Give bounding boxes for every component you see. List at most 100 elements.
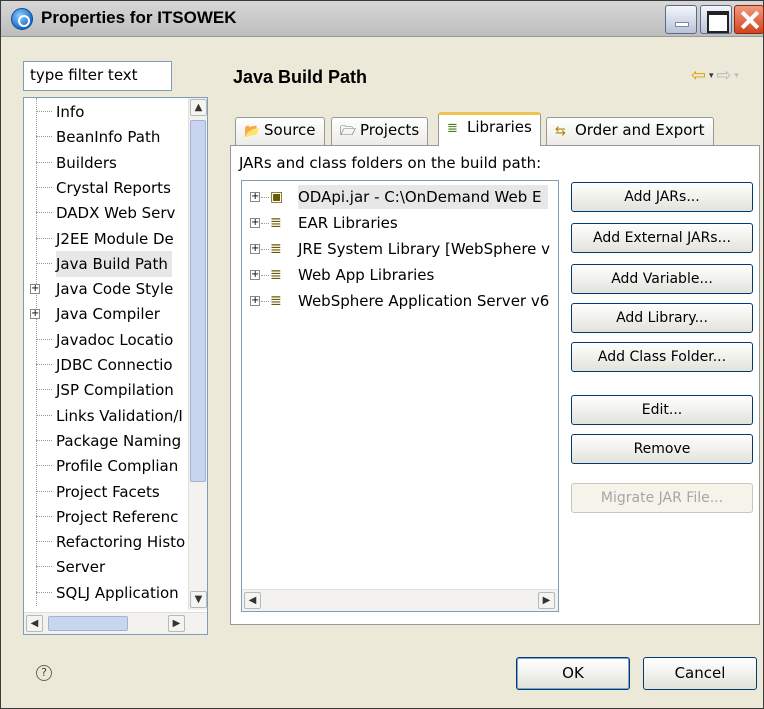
tree-item[interactable]: JDBC Connectio — [24, 352, 187, 378]
title-bar[interactable]: Properties for ITSOWEK — [1, 1, 764, 37]
tree-item[interactable]: Crystal Reports — [24, 175, 187, 201]
scroll-left-button[interactable]: ◀ — [26, 615, 43, 632]
expand-plus-icon[interactable]: + — [250, 296, 260, 306]
add-external-jars-button[interactable]: Add External JARs... — [571, 223, 753, 253]
properties-dialog: Properties for ITSOWEK type filter text … — [0, 0, 764, 709]
ok-button[interactable]: OK — [516, 657, 630, 690]
tree-item-label: Project Facets — [56, 482, 160, 501]
panel-label: JARs and class folders on the build path… — [239, 154, 542, 172]
expand-plus-icon[interactable]: + — [30, 284, 40, 295]
tree-item-label: Links Validation/I — [56, 406, 183, 425]
tree-horizontal-scrollbar[interactable]: ◀ ▶ — [24, 612, 207, 634]
tree-item[interactable]: Project Facets — [24, 479, 187, 505]
tree-connector — [261, 301, 269, 302]
scroll-right-button[interactable]: ▶ — [538, 592, 555, 609]
tree-connector — [36, 364, 52, 365]
build-path-entry[interactable]: + ▣ ODApi.jar - C:\OnDemand Web E — [242, 185, 558, 209]
tree-item[interactable]: BeanInfo Path — [24, 124, 187, 150]
tree-connector — [261, 249, 269, 250]
tree-item[interactable]: + Java Code Style — [24, 276, 187, 302]
tree-item[interactable]: JSP Compilation — [24, 377, 187, 403]
add-variable-button[interactable]: Add Variable... — [571, 264, 753, 294]
scroll-up-button[interactable]: ▲ — [190, 99, 207, 116]
tree-item[interactable]: Refactoring Histo — [24, 529, 187, 555]
build-path-entry[interactable]: + ≣ WebSphere Application Server v6 — [242, 289, 558, 313]
build-path-entry[interactable]: + ≣ JRE System Library [WebSphere v — [242, 237, 558, 261]
tree-item-label: Javadoc Locatio — [56, 330, 174, 349]
build-path-entry[interactable]: + ≣ EAR Libraries — [242, 211, 558, 235]
build-path-entry[interactable]: + ≣ Web App Libraries — [242, 263, 558, 287]
help-icon[interactable]: ? — [36, 665, 52, 681]
add-jars-button[interactable]: Add JARs... — [571, 182, 753, 212]
edit-button[interactable]: Edit... — [571, 395, 753, 425]
expand-plus-icon[interactable]: + — [250, 192, 260, 202]
build-path-list[interactable]: + ▣ ODApi.jar - C:\OnDemand Web E + ≣ EAR Lib… — [241, 180, 559, 612]
maximize-button[interactable] — [700, 5, 732, 34]
tab-label: Libraries — [467, 118, 532, 136]
source-folder-icon: 📂 — [244, 124, 261, 139]
tree-item[interactable]: Profile Complian — [24, 453, 187, 479]
scroll-down-button[interactable]: ▼ — [190, 591, 207, 608]
expand-plus-icon[interactable]: + — [250, 244, 260, 254]
tree-connector — [36, 161, 52, 163]
back-menu-chevron-down-icon[interactable]: ▾ — [706, 71, 716, 81]
tab-label: Projects — [360, 121, 420, 139]
scroll-right-button[interactable]: ▶ — [168, 615, 185, 632]
order-export-icon: ⇆ — [555, 124, 566, 139]
libraries-panel: JARs and class folders on the build path… — [230, 145, 760, 625]
close-button[interactable] — [734, 5, 764, 34]
entry-label: JRE System Library [WebSphere v — [298, 240, 551, 258]
back-arrow-icon[interactable]: ⇦ — [691, 65, 706, 86]
tree-item[interactable]: Project Referenc — [24, 504, 187, 530]
library-icon: ≣ — [270, 241, 282, 257]
tree-item[interactable]: SQLJ Application — [24, 580, 187, 606]
cancel-button[interactable]: Cancel — [643, 657, 757, 690]
remove-button[interactable]: Remove — [571, 434, 753, 464]
tree-item-label: Info — [56, 103, 85, 121]
expand-plus-icon[interactable]: + — [250, 218, 260, 228]
tree-item[interactable]: Server — [24, 554, 187, 580]
tree-item[interactable]: Package Naming — [24, 428, 187, 454]
tree-connector — [36, 136, 52, 138]
page-title: Java Build Path — [233, 67, 368, 87]
tree-item[interactable]: Links Validation/I — [24, 403, 187, 429]
hscroll-thumb[interactable] — [48, 616, 128, 631]
tree-connector — [36, 212, 52, 214]
tree-item-label: Refactoring Histo — [56, 533, 186, 552]
tab-libraries[interactable]: ≣ Libraries — [438, 112, 541, 146]
tree-item[interactable]: DADX Web Serv — [24, 200, 187, 226]
tree-item[interactable]: J2EE Module De — [24, 226, 187, 252]
scroll-left-button[interactable]: ◀ — [244, 592, 261, 609]
entry-label: EAR Libraries — [298, 214, 398, 232]
tree-item-label: Crystal Reports — [56, 178, 171, 197]
tree-item[interactable]: Java Build Path — [24, 250, 187, 277]
tree-connector — [36, 186, 52, 188]
property-page-tree[interactable]: Info BeanInfo Path Builders Crystal Reports… — [23, 97, 208, 635]
filter-input[interactable]: type filter text — [23, 61, 172, 91]
jar-icon: ▣ — [270, 189, 284, 205]
add-library-button[interactable]: Add Library... — [571, 303, 753, 333]
list-horizontal-scrollbar[interactable]: ◀ ▶ — [242, 589, 558, 611]
app-logo-icon — [11, 8, 33, 30]
history-navigation: ⇦ ▾ ⇨ ▾ — [691, 65, 739, 86]
tab-projects[interactable]: 🗁 Projects — [331, 117, 429, 145]
scroll-thumb[interactable] — [190, 120, 206, 482]
tree-item[interactable]: Javadoc Locatio — [24, 327, 187, 353]
tab-order-and-export[interactable]: ⇆ Order and Export — [546, 117, 714, 145]
entry-label: WebSphere Application Server v6 — [298, 292, 550, 310]
library-icon: ≣ — [270, 215, 282, 231]
tree-item-label: BeanInfo Path — [56, 128, 161, 147]
add-class-folder-button[interactable]: Add Class Folder... — [571, 342, 753, 372]
tree-item[interactable]: + Java Compiler — [24, 301, 187, 327]
tab-source[interactable]: 📂 Source — [235, 117, 325, 145]
tree-item-label: Project Referenc — [56, 507, 179, 526]
tree-item[interactable]: Builders — [24, 150, 187, 176]
forward-menu-chevron-down-icon[interactable]: ▾ — [731, 71, 739, 81]
minimize-button[interactable] — [665, 5, 697, 34]
tree-vertical-scrollbar[interactable]: ▲ ▼ — [188, 98, 207, 610]
tree-item[interactable]: Info — [24, 99, 187, 125]
projects-icon: 🗁 — [340, 124, 357, 139]
expand-plus-icon[interactable]: + — [250, 270, 260, 280]
expand-plus-icon[interactable]: + — [30, 309, 40, 320]
forward-arrow-icon[interactable]: ⇨ — [716, 65, 731, 86]
